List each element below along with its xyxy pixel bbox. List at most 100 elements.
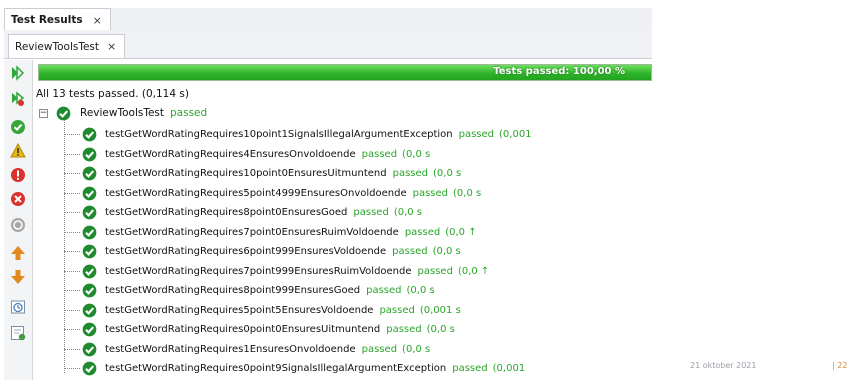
test-name: testGetWordRatingRequires6point999Ensure… <box>105 246 387 258</box>
previous-failure-icon <box>11 246 25 260</box>
test-duration: (0,0 s <box>432 246 461 258</box>
test-row[interactable]: testGetWordRatingRequires7point0EnsuresR… <box>64 223 477 243</box>
test-duration: (0,001 <box>492 363 526 375</box>
rerun-icon <box>12 65 25 81</box>
check-icon <box>82 322 97 337</box>
tree-branch <box>64 212 80 214</box>
test-row[interactable]: testGetWordRatingRequires0point9SignalsI… <box>64 359 525 379</box>
previous-failure-button[interactable] <box>9 244 27 262</box>
show-aborted-button[interactable] <box>9 216 27 234</box>
close-icon[interactable]: × <box>93 14 102 27</box>
test-name: testGetWordRatingRequires7point999Ensure… <box>105 265 412 277</box>
suite-name: ReviewToolsTest <box>80 107 165 119</box>
suite-status: passed <box>170 107 208 119</box>
test-status: passed <box>366 285 402 297</box>
test-row[interactable]: testGetWordRatingRequires1EnsuresOnvoldo… <box>64 340 430 360</box>
show-warnings-icon <box>10 143 26 158</box>
test-duration: (0,001 s <box>419 304 461 316</box>
test-row[interactable]: testGetWordRatingRequires7point999Ensure… <box>64 262 489 282</box>
test-name: testGetWordRatingRequires8point999Ensure… <box>105 285 361 297</box>
test-status: passed <box>452 363 488 375</box>
test-name: testGetWordRatingRequires1EnsuresOnvoldo… <box>105 343 356 355</box>
test-name: testGetWordRatingRequires0point9SignalsI… <box>105 363 447 375</box>
show-failures-icon <box>11 168 25 182</box>
rerun-failed-button[interactable] <box>9 90 27 108</box>
test-status: passed <box>417 265 453 277</box>
test-name: testGetWordRatingRequires0point0EnsuresU… <box>105 324 381 336</box>
test-row[interactable]: testGetWordRatingRequires10point1Signals… <box>64 125 532 145</box>
next-failure-icon <box>11 270 25 284</box>
check-icon <box>82 225 97 240</box>
tree-branch <box>64 251 80 253</box>
show-warnings-button[interactable] <box>9 142 27 160</box>
show-aborted-icon <box>11 218 25 232</box>
test-duration: (0,0 s <box>406 285 435 297</box>
tab-review-tools-test[interactable]: ReviewToolsTest × <box>8 34 126 58</box>
tab-test-results[interactable]: Test Results × <box>4 8 111 31</box>
tree-branch <box>64 153 80 155</box>
test-status: passed <box>361 148 398 160</box>
check-icon <box>56 106 71 121</box>
test-status: passed <box>353 207 389 219</box>
test-row[interactable]: testGetWordRatingRequires5point5EnsuresV… <box>64 301 461 321</box>
check-icon <box>82 147 97 162</box>
footer-page-number: | 22 <box>832 361 848 370</box>
check-icon <box>82 127 97 142</box>
test-name: testGetWordRatingRequires10point1Signals… <box>105 129 453 141</box>
test-status: passed <box>386 324 422 336</box>
check-icon <box>82 361 97 376</box>
results-tab-bar: ReviewToolsTest × <box>4 30 652 59</box>
window-tab-bar: Test Results × <box>4 8 652 31</box>
export-results-button[interactable] <box>9 324 27 342</box>
check-icon <box>82 264 97 279</box>
show-passed-button[interactable] <box>9 118 27 136</box>
tree-branch <box>64 348 80 350</box>
test-status: passed <box>404 226 441 238</box>
test-duration: (0,0 s <box>393 207 423 219</box>
tab-title: Test Results <box>11 14 83 26</box>
test-history-button[interactable] <box>9 298 27 316</box>
test-duration: (0,0 s <box>402 343 431 355</box>
test-name: testGetWordRatingRequires8point0EnsuresG… <box>105 207 348 219</box>
suite-row[interactable]: − ReviewToolsTest passed <box>36 104 207 122</box>
tab-label: ReviewToolsTest <box>15 40 100 53</box>
test-status: passed <box>392 168 428 180</box>
test-progress-bar: Tests passed: 100,00 % <box>38 64 652 81</box>
test-name: testGetWordRatingRequires4EnsuresOnvoldo… <box>105 148 356 160</box>
check-icon <box>82 342 97 357</box>
test-name: testGetWordRatingRequires5point4999Ensur… <box>105 187 407 199</box>
tree-branch <box>64 329 80 331</box>
tree-branch <box>64 309 80 311</box>
test-duration: (0,0 s <box>433 168 462 180</box>
rerun-failed-icon <box>12 91 25 106</box>
test-row[interactable]: testGetWordRatingRequires4EnsuresOnvoldo… <box>64 145 430 165</box>
test-row[interactable]: testGetWordRatingRequires8point999Ensure… <box>64 281 435 301</box>
show-passed-icon <box>11 120 25 134</box>
show-errors-icon <box>11 192 25 206</box>
check-icon <box>82 244 97 259</box>
test-row[interactable]: testGetWordRatingRequires5point4999Ensur… <box>64 184 481 204</box>
test-row[interactable]: testGetWordRatingRequires0point0EnsuresU… <box>64 320 455 340</box>
test-name: testGetWordRatingRequires7point0EnsuresR… <box>105 226 399 238</box>
show-failures-button[interactable] <box>9 166 27 184</box>
check-icon <box>82 303 97 318</box>
close-icon[interactable]: × <box>107 40 116 53</box>
test-status: passed <box>361 343 398 355</box>
test-duration: (0,001 <box>499 129 532 141</box>
test-toolbar <box>4 60 33 380</box>
test-row[interactable]: testGetWordRatingRequires6point999Ensure… <box>64 242 461 262</box>
tree-branch <box>64 368 80 370</box>
rerun-button[interactable] <box>9 64 27 82</box>
test-duration: (0,0 s <box>453 187 482 199</box>
progress-label: Tests passed: 100,00 % <box>493 66 625 77</box>
test-duration: (0,0 ↑ <box>445 226 477 238</box>
test-summary: All 13 tests passed. (0,114 s) <box>36 88 189 100</box>
collapse-icon[interactable]: − <box>39 108 48 118</box>
footer-date: 21 oktober 2021 <box>690 361 757 370</box>
show-errors-button[interactable] <box>9 190 27 208</box>
next-failure-button[interactable] <box>9 268 27 286</box>
tree-branch <box>64 270 80 272</box>
tree-branch <box>64 134 80 136</box>
test-row[interactable]: testGetWordRatingRequires8point0EnsuresG… <box>64 203 422 223</box>
test-row[interactable]: testGetWordRatingRequires10point0Ensures… <box>64 164 461 184</box>
